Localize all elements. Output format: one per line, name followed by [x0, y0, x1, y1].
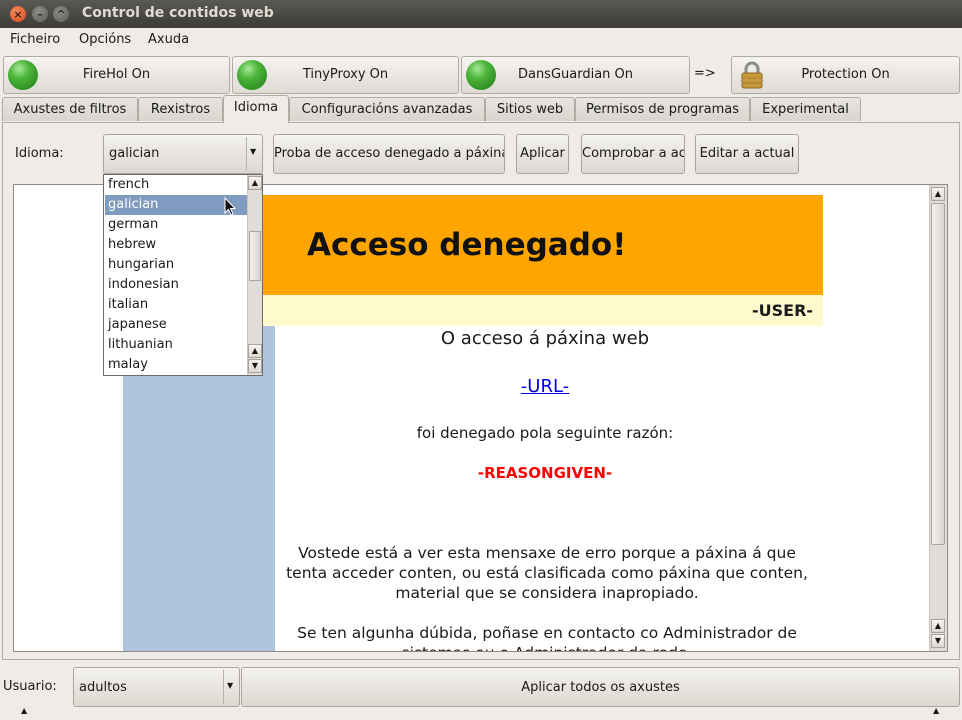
close-icon[interactable]: × — [10, 6, 26, 22]
denied-heading: Acceso denegado! — [307, 227, 627, 263]
tab-configuracions-avanzadas[interactable]: Configuracións avanzadas — [289, 97, 485, 121]
menu-ficheiro[interactable]: Ficheiro — [10, 32, 60, 47]
scroll-thumb[interactable] — [931, 203, 945, 545]
check-current-button[interactable]: Comprobar a actual — [581, 134, 685, 174]
explanation-paragraph: Vostede está a ver esta mensaxe de erro … — [286, 544, 808, 602]
menu-axuda[interactable]: Axuda — [148, 32, 189, 47]
arrow-indicator: => — [694, 66, 716, 81]
tinyproxy-button[interactable]: TinyProxy On — [232, 56, 459, 94]
scroll-down-icon[interactable]: ▼ — [931, 634, 945, 648]
reason-placeholder: -REASONGIVEN- — [477, 464, 613, 482]
chevron-down-icon: ▼ — [250, 147, 257, 156]
language-combo[interactable]: galician ▼ — [103, 134, 263, 174]
dansguardian-button[interactable]: DansGuardian On — [461, 56, 690, 94]
tab-experimental[interactable]: Experimental — [750, 97, 861, 121]
title-bar: × – ^ Control de contidos web — [0, 0, 962, 28]
scroll-up-icon[interactable]: ▲ — [931, 187, 945, 201]
tab-sitios-web[interactable]: Sitios web — [485, 97, 575, 121]
language-option[interactable]: lithuanian — [105, 335, 248, 355]
dansguardian-label: DansGuardian On — [517, 67, 634, 82]
maximize-icon[interactable]: ^ — [53, 6, 69, 22]
check-current-label: Comprobar a actual — [582, 146, 684, 161]
contact-paragraph: Se ten algunha dúbida, poñase en contact… — [297, 624, 797, 651]
scroll-up-icon[interactable]: ▲ — [931, 619, 945, 633]
chevron-down-icon: ▼ — [227, 681, 234, 690]
test-denied-page-button[interactable]: Proba de acceso denegado a páxina — [273, 134, 505, 174]
language-option[interactable]: indonesian — [105, 275, 248, 295]
window-title: Control de contidos web — [82, 5, 274, 21]
user-placeholder: -USER- — [752, 301, 814, 320]
firehol-label: FireHol On — [82, 67, 151, 82]
dropdown-scroll-thumb[interactable] — [249, 231, 261, 281]
scroll-up-icon[interactable]: ▲ — [248, 176, 262, 190]
tab-permisos-programas[interactable]: Permisos de programas — [575, 97, 750, 121]
protection-label: Protection On — [801, 67, 890, 82]
edit-current-button[interactable]: Editar a actual — [695, 134, 799, 174]
protection-button[interactable]: Protection On — [731, 56, 960, 94]
language-option[interactable]: hungarian — [105, 255, 248, 275]
tab-rexistros[interactable]: Rexistros — [138, 97, 223, 121]
dropdown-scrollbar[interactable]: ▲ ▲ ▼ — [247, 175, 262, 375]
user-label: Usuario: — [3, 679, 57, 694]
minimize-icon[interactable]: – — [32, 6, 48, 22]
access-line: O acceso á páxina web — [440, 328, 650, 349]
scroll-up-icon: ▲ — [933, 706, 940, 715]
edit-current-label: Editar a actual — [699, 146, 795, 161]
scroll-up-icon[interactable]: ▲ — [248, 344, 262, 358]
language-dropdown-list[interactable]: french galician german hebrew hungarian … — [103, 174, 263, 376]
tab-idioma[interactable]: Idioma — [223, 95, 289, 123]
user-selected: adultos — [79, 680, 127, 695]
combo-divider — [223, 670, 224, 704]
apply-all-button[interactable]: Aplicar todos os axustes — [241, 667, 960, 707]
tinyproxy-label: TinyProxy On — [302, 67, 389, 82]
mouse-cursor-icon — [224, 197, 237, 216]
apply-all-label: Aplicar todos os axustes — [521, 680, 680, 695]
language-option[interactable]: german — [105, 215, 248, 235]
menu-opcions[interactable]: Opcións — [79, 32, 131, 47]
url-link[interactable]: -URL- — [275, 376, 815, 397]
user-combo[interactable]: adultos ▼ — [73, 667, 240, 707]
tab-axustes-filtros[interactable]: Axustes de filtros — [2, 97, 138, 121]
combo-divider — [246, 137, 247, 171]
language-option[interactable]: french — [105, 175, 248, 195]
language-option[interactable]: japanese — [105, 315, 248, 335]
menu-bar: Ficheiro Opcións Axuda — [0, 28, 962, 54]
language-option[interactable]: hebrew — [105, 235, 248, 255]
language-label: Idioma: — [15, 146, 64, 161]
scroll-down-icon[interactable]: ▼ — [248, 359, 262, 373]
preview-scrollbar[interactable]: ▲ ▲ ▼ — [929, 185, 947, 651]
firehol-button[interactable]: FireHol On — [3, 56, 230, 94]
footer-bar: Usuario: adultos ▼ Aplicar todos os axus… — [0, 662, 962, 720]
language-selected: galician — [109, 146, 160, 161]
language-option[interactable]: italian — [105, 295, 248, 315]
apply-language-label: Aplicar — [520, 146, 565, 161]
test-denied-page-label: Proba de acceso denegado a páxina — [274, 146, 505, 161]
language-option[interactable]: malay — [105, 355, 248, 375]
scroll-up-icon: ▲ — [21, 706, 28, 715]
apply-language-button[interactable]: Aplicar — [516, 134, 569, 174]
denied-reason-line: foi denegado pola seguinte razón: — [416, 424, 674, 442]
